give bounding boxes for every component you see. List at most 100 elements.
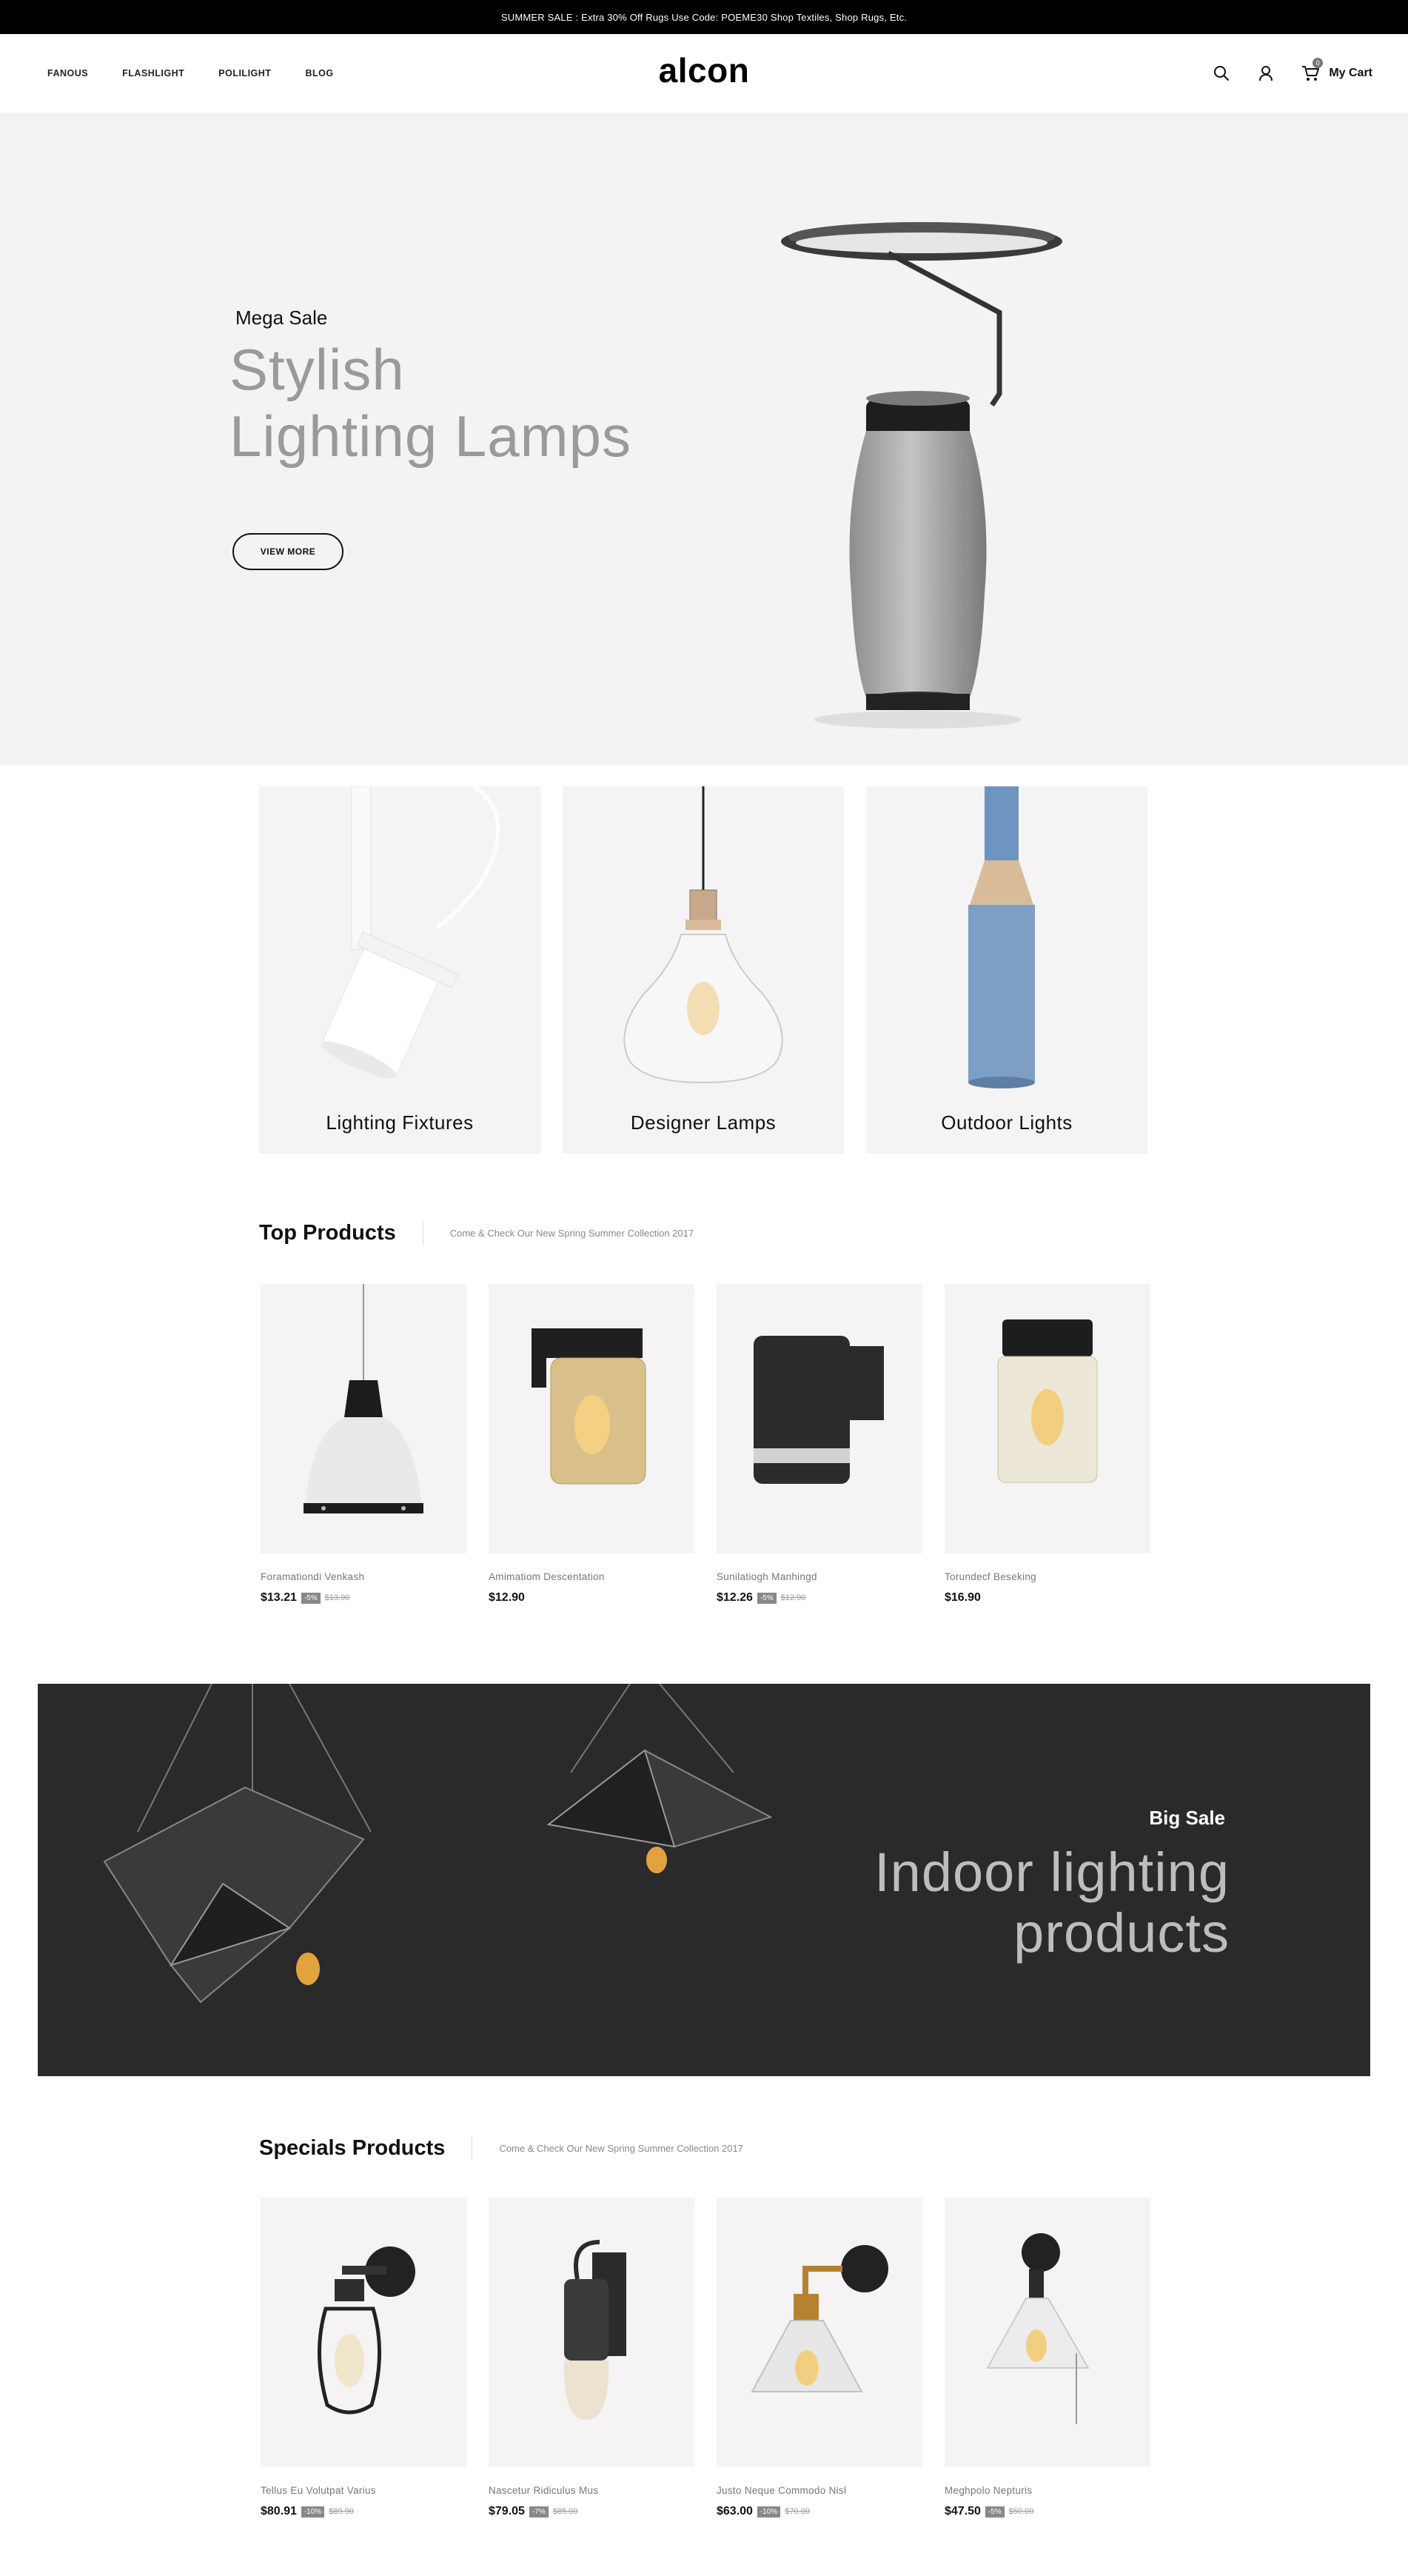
product-image[interactable] [717,1284,922,1553]
top-products-grid: Foramationdi Venkash $13.21 -5% $13.90 A… [261,1284,1150,1625]
product-price: $79.05 [489,2505,525,2518]
discount-badge: -5% [301,1592,321,1604]
main-nav: FANOUS FLASHLIGHT POLILIGHT BLOG [47,34,368,113]
cart-button[interactable]: 0 My Cart [1301,58,1372,83]
product-price: $12.26 [717,1591,753,1604]
product-card[interactable]: Justo Neque Commodo Nisl $63.00 -10% $70… [717,2198,922,2518]
old-price: $13.90 [324,1593,350,1602]
hero-lamp-image [781,222,1062,729]
header-actions: 0 My Cart [1212,34,1372,113]
price-row: $13.21 -5% $13.90 [261,1591,466,1605]
user-icon [1259,66,1273,81]
price-row: $47.50 -5% $50.00 [945,2505,1150,2518]
ceiling-jar-lamp-image [997,1319,1098,1483]
industrial-sconce-image [563,2240,626,2420]
nav-item-fanous[interactable]: FANOUS [47,68,88,78]
view-more-button[interactable]: VIEW MORE [232,533,343,570]
category-card-lighting-fixtures[interactable]: Lighting Fixtures [259,786,540,1154]
product-card[interactable]: Meghpolo Nepturis $47.50 -5% $50.00 [945,2198,1150,2518]
specials-heading: Specials Products Come & Check Our New S… [259,2135,743,2161]
discount-badge: -5% [757,1592,777,1604]
hero-slider: Mega Sale Stylish Lighting Lamps VIEW MO… [0,113,1408,766]
hero-title-line2: Lighting Lamps [229,404,632,469]
discount-badge: -10% [757,2506,781,2518]
category-label: Outdoor Lights [941,1111,1073,1134]
old-price: $50.00 [1008,2507,1034,2516]
account-button[interactable] [1256,64,1275,83]
specials-grid: Tellus Eu Volutpat Varius $80.91 -10% $8… [261,2198,1150,2538]
product-price: $16.90 [945,1591,981,1604]
nav-item-polilight[interactable]: POLILIGHT [218,68,271,78]
price-row: $80.91 -10% $89.90 [261,2505,466,2518]
product-name[interactable]: Tellus Eu Volutpat Varius [261,2485,466,2496]
site-header: FANOUS FLASHLIGHT POLILIGHT BLOG alcon 0… [0,34,1408,113]
product-name[interactable]: Foramationdi Venkash [261,1571,466,1582]
nav-item-flashlight[interactable]: FLASHLIGHT [122,68,184,78]
price-row: $12.26 -5% $12.90 [717,1591,922,1605]
promo-bar: SUMMER SALE : Extra 30% Off Rugs Use Cod… [0,0,1408,34]
top-products-heading: Top Products Come & Check Our New Spring… [259,1220,694,1245]
banner-title-line1: Indoor lighting [874,1841,1230,1903]
product-card[interactable]: Sunilatiogh Manhingd $12.26 -5% $12.90 [717,1284,922,1605]
nav-item-blog[interactable]: BLOG [305,68,333,78]
product-price: $12.90 [489,1591,525,1604]
old-price: $70.00 [785,2507,810,2516]
banner-eyebrow: Big Sale [1149,1807,1225,1829]
section-title: Specials Products [259,2135,446,2160]
price-row: $12.90 [489,1591,694,1605]
cone-glass-sconce-image [751,2245,888,2392]
product-card[interactable]: Tellus Eu Volutpat Varius $80.91 -10% $8… [261,2198,466,2518]
product-image[interactable] [945,1284,1150,1553]
price-row: $63.00 -10% $70.00 [717,2505,922,2518]
search-icon [1214,66,1230,81]
banner-title: Indoor lighting products [874,1842,1230,1964]
product-name[interactable]: Torundecf Beseking [945,1571,1150,1582]
promo-text: SUMMER SALE : Extra 30% Off Rugs Use Cod… [500,11,908,23]
product-name[interactable]: Justo Neque Commodo Nisl [717,2485,922,2496]
cage-sconce-image [318,2247,415,2415]
cone-pendant-sconce-image [986,2233,1090,2424]
pendant-lamp-image [304,1284,423,1513]
cart-count-badge: 0 [1313,58,1324,68]
product-image[interactable] [489,2198,694,2467]
product-name[interactable]: Nascetur Ridiculus Mus [489,2485,694,2496]
product-card[interactable]: Amimatiom Descentation $12.90 [489,1284,694,1605]
category-label: Lighting Fixtures [326,1111,474,1134]
product-image[interactable] [261,2198,466,2467]
price-row: $16.90 [945,1591,1150,1605]
product-card[interactable]: Nascetur Ridiculus Mus $79.05 -7% $85.00 [489,2198,694,2518]
old-price: $12.90 [780,1593,806,1602]
price-row: $79.05 -7% $85.00 [489,2505,694,2518]
category-label: Designer Lamps [630,1111,777,1134]
product-name[interactable]: Sunilatiogh Manhingd [717,1571,922,1582]
promo-banner[interactable]: Big Sale Indoor lighting products [38,1684,1370,2076]
hero-title-line1: Stylish [229,337,405,402]
section-subtitle: Come & Check Our New Spring Summer Colle… [499,2142,743,2154]
search-button[interactable] [1212,64,1231,83]
product-name[interactable]: Amimatiom Descentation [489,1571,694,1582]
cart-icon-wrap: 0 [1301,58,1324,83]
product-card[interactable]: Torundecf Beseking $16.90 [945,1284,1150,1605]
category-card-designer-lamps[interactable]: Designer Lamps [563,786,844,1154]
cart-label: My Cart [1329,67,1372,79]
product-image[interactable] [945,2198,1150,2467]
designer-lamp-image [623,786,783,1084]
lighting-fixture-image [321,786,500,1079]
outdoor-wall-lamp-image [754,1336,884,1484]
site-logo[interactable]: alcon [659,50,750,90]
product-image[interactable] [261,1284,466,1553]
product-name[interactable]: Meghpolo Nepturis [945,2485,1150,2496]
product-image[interactable] [489,1284,694,1553]
product-price: $13.21 [261,1591,297,1604]
old-price: $85.00 [552,2507,578,2516]
old-price: $89.90 [329,2507,354,2516]
product-price: $47.50 [945,2505,981,2518]
hero-title: Stylish Lighting Lamps [229,336,631,469]
discount-badge: -7% [529,2506,549,2518]
category-card-outdoor-lights[interactable]: Outdoor Lights [866,786,1147,1154]
section-subtitle: Come & Check Our New Spring Summer Colle… [449,1227,694,1239]
product-image[interactable] [717,2198,922,2467]
hero-eyebrow: Mega Sale [235,307,328,329]
product-price: $63.00 [717,2505,753,2518]
product-card[interactable]: Foramationdi Venkash $13.21 -5% $13.90 [261,1284,466,1605]
